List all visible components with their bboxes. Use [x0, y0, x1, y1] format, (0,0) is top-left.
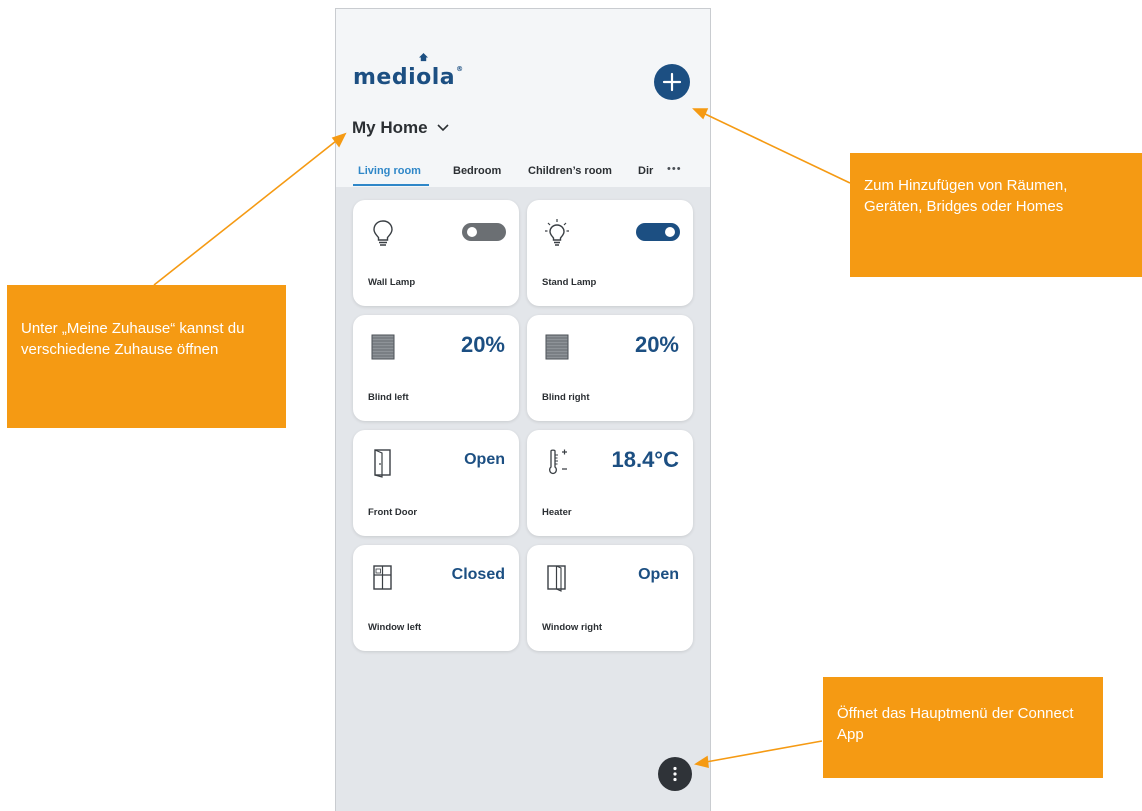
blind-icon — [371, 334, 395, 360]
app-screen: mediola® My Home Living room Bedroom Chi… — [335, 8, 711, 811]
room-tabs: Living room Bedroom Children’s room Dir … — [336, 161, 710, 187]
device-value: 18.4°C — [611, 447, 679, 472]
more-vertical-icon — [673, 766, 677, 782]
device-name: Stand Lamp — [542, 277, 597, 288]
chevron-down-icon — [437, 124, 449, 132]
device-card-window-right[interactable]: Open Window right — [527, 545, 693, 651]
device-name: Front Door — [368, 507, 418, 518]
tab-childrens-room[interactable]: Children’s room — [528, 165, 612, 177]
device-name: Blind left — [368, 392, 409, 403]
device-value: Open — [464, 451, 505, 468]
device-card-heater[interactable]: 18.4°C Heater — [527, 430, 693, 536]
bulb-off-icon — [373, 220, 393, 246]
window-closed-icon — [373, 565, 392, 590]
device-value: 20% — [634, 332, 679, 357]
home-name: My Home — [352, 118, 428, 137]
device-value: Open — [638, 566, 679, 583]
tab-dining[interactable]: Dir — [638, 165, 653, 177]
thermometer-icon — [549, 449, 567, 475]
callout-menu: Öffnet das Hauptmenü der Connect App — [823, 677, 1103, 778]
bulb-on-icon — [545, 219, 569, 246]
add-button[interactable] — [654, 64, 690, 100]
tab-living-room[interactable]: Living room — [358, 165, 421, 177]
app-header: mediola® My Home Living room Bedroom Chi… — [336, 9, 710, 187]
blind-icon — [545, 334, 569, 360]
device-card-front-door[interactable]: Open Front Door — [353, 430, 519, 536]
plus-icon — [662, 72, 682, 92]
device-card-window-left[interactable]: Closed Window left — [353, 545, 519, 651]
logo-roof-icon — [419, 53, 428, 62]
device-card-blind-right[interactable]: 20% Blind right — [527, 315, 693, 421]
device-card-wall-lamp[interactable]: Wall Lamp — [353, 200, 519, 306]
device-name: Heater — [542, 507, 572, 518]
device-name: Window right — [542, 622, 603, 633]
device-name: Window left — [368, 622, 422, 633]
stand-lamp-toggle[interactable] — [636, 223, 680, 241]
device-name: Blind right — [542, 392, 590, 403]
device-name: Wall Lamp — [368, 277, 416, 288]
door-icon — [374, 449, 391, 478]
tab-bedroom[interactable]: Bedroom — [453, 165, 501, 177]
callout-add: Zum Hinzufügen von Räumen, Geräten, Brid… — [850, 153, 1142, 277]
device-value: Closed — [451, 566, 505, 583]
window-open-icon — [547, 565, 566, 592]
device-card-blind-left[interactable]: 20% Blind left — [353, 315, 519, 421]
callout-homes: Unter „Meine Zuhause“ kannst du verschie… — [7, 285, 286, 428]
home-selector[interactable]: My Home — [352, 118, 450, 138]
tabs-more-icon[interactable]: ••• — [667, 163, 682, 175]
active-tab-indicator — [353, 184, 429, 186]
device-card-stand-lamp[interactable]: Stand Lamp — [527, 200, 693, 306]
device-value: 20% — [460, 332, 505, 357]
mediola-logo: mediola® — [353, 65, 464, 90]
wall-lamp-toggle[interactable] — [462, 223, 506, 241]
main-menu-button[interactable] — [658, 757, 692, 791]
